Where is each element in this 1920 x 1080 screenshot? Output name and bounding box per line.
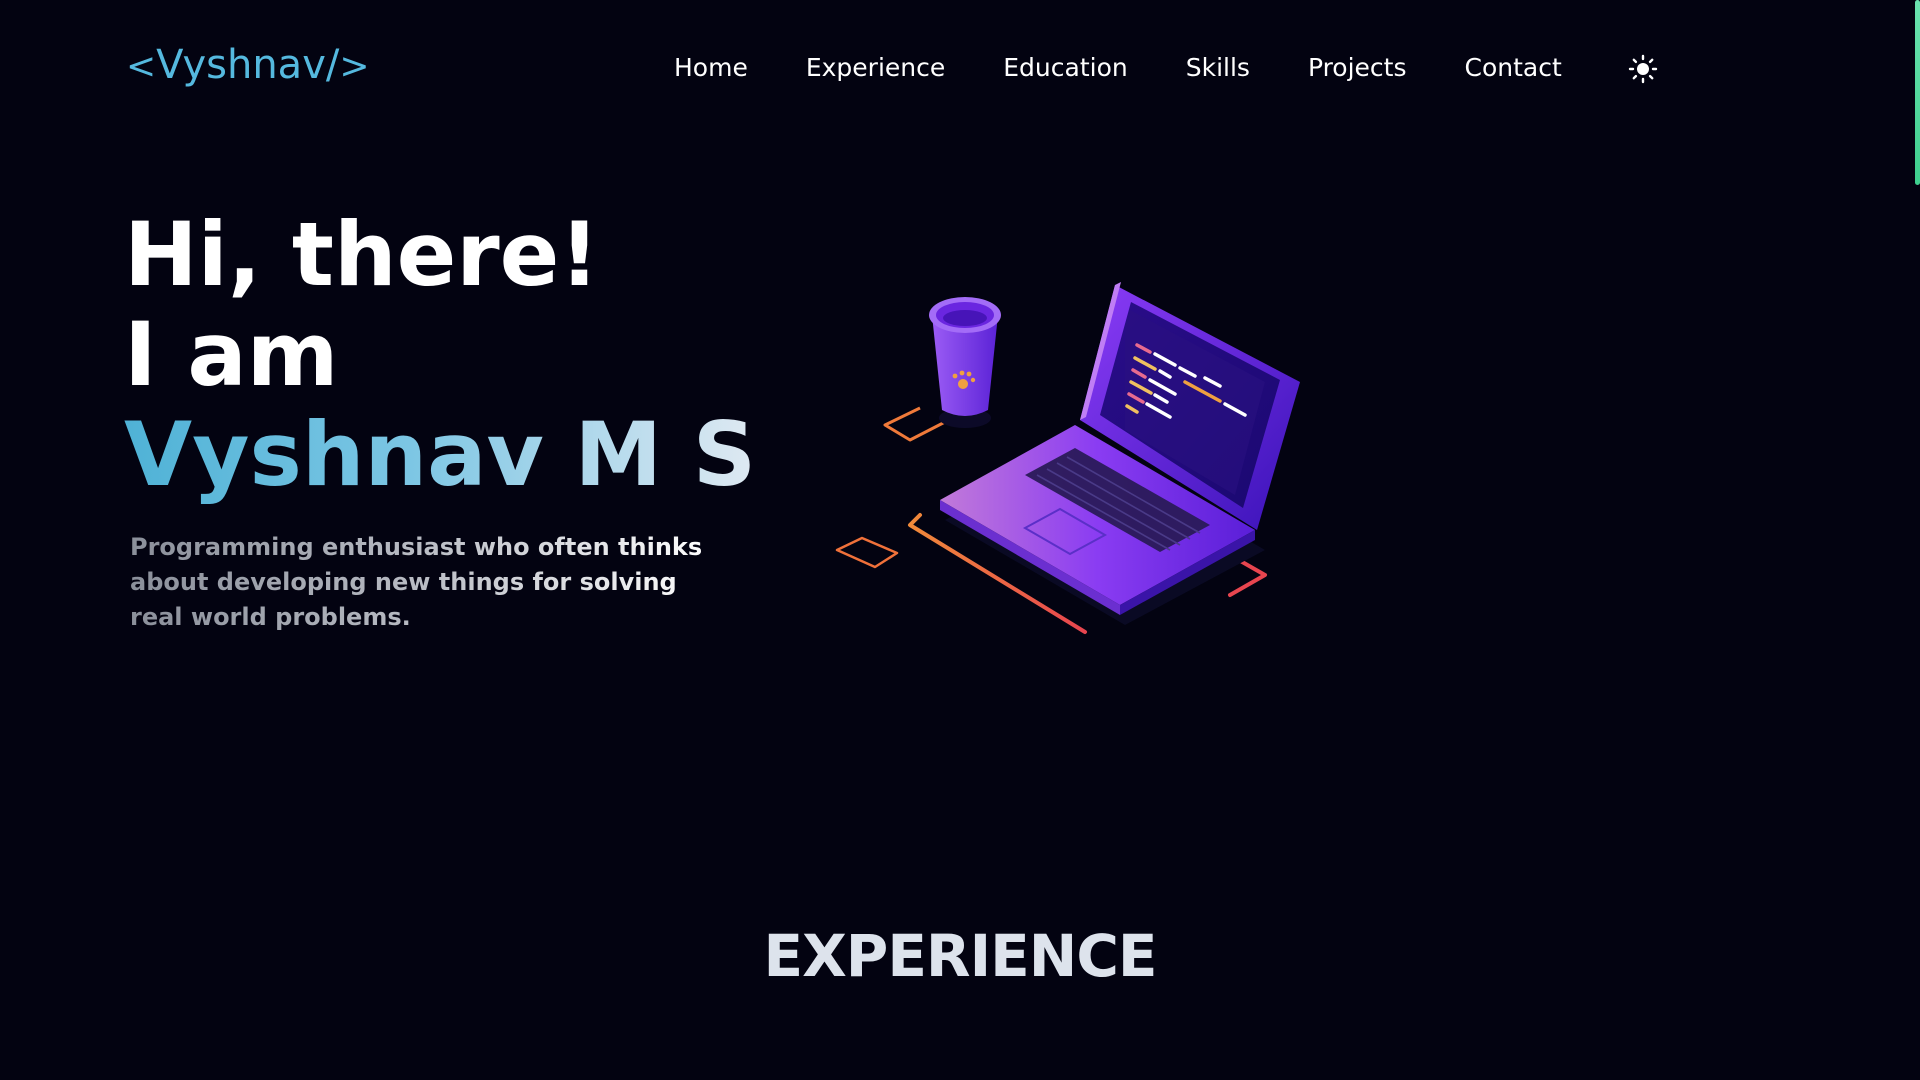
hero-tagline: Programming enthusiast who often thinks … bbox=[130, 530, 710, 635]
hero-greeting: Hi, there! bbox=[124, 203, 600, 306]
laptop-coffee-illustration bbox=[825, 270, 1325, 650]
scroll-progress-thumb[interactable] bbox=[1915, 0, 1920, 185]
nav-link-education[interactable]: Education bbox=[1003, 50, 1127, 86]
logo-open-tag: < bbox=[126, 46, 157, 87]
nav-link-contact[interactable]: Contact bbox=[1465, 50, 1562, 86]
nav-link-home[interactable]: Home bbox=[674, 50, 748, 86]
logo-close-tag: > bbox=[339, 46, 370, 87]
nav-link-skills[interactable]: Skills bbox=[1186, 50, 1250, 86]
sun-icon bbox=[1628, 54, 1658, 84]
scroll-progress-track[interactable] bbox=[1912, 0, 1920, 1080]
nav-link-projects[interactable]: Projects bbox=[1308, 50, 1407, 86]
experience-section-title: EXPERIENCE bbox=[763, 922, 1157, 990]
nav-link-experience[interactable]: Experience bbox=[806, 50, 945, 86]
portfolio-page: <Vyshnav/> Home Experience Education Ski… bbox=[0, 0, 1920, 1080]
theme-toggle-button[interactable] bbox=[1627, 53, 1659, 85]
hero-intro: I am bbox=[124, 303, 339, 406]
laptop-illustration-icon bbox=[835, 282, 1300, 634]
main-nav: Home Experience Education Skills Project… bbox=[674, 50, 1620, 86]
logo-name: Vyshnav/ bbox=[156, 42, 340, 88]
hero-name: Vyshnav M S bbox=[124, 403, 757, 506]
site-logo[interactable]: <Vyshnav/> bbox=[126, 42, 370, 88]
